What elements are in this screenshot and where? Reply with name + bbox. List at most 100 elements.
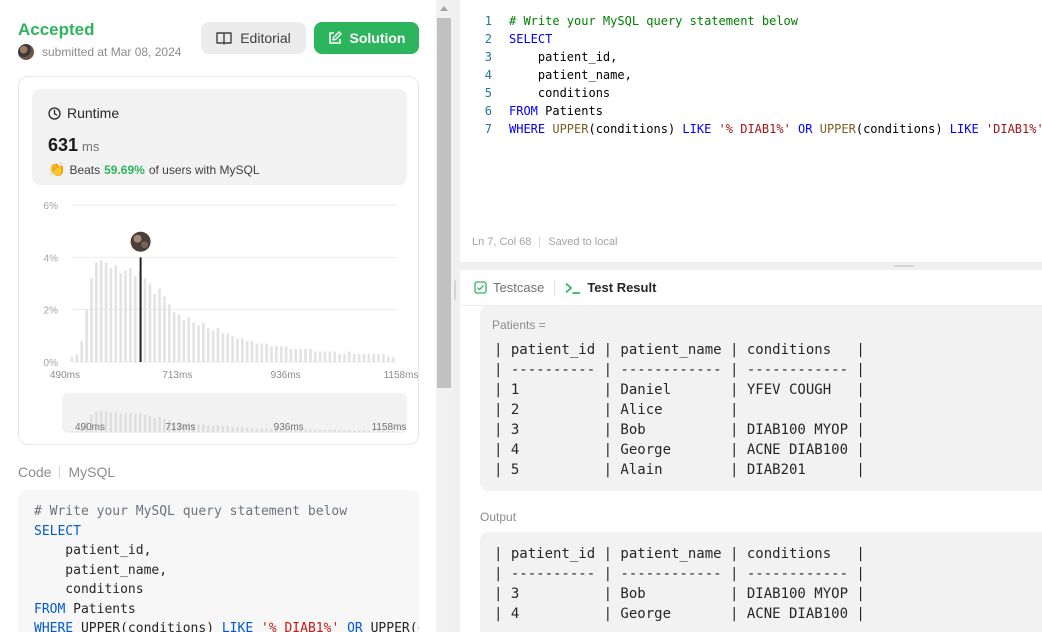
output-table: | patient_id | patient_name | conditions…: [494, 546, 865, 622]
tab-testcase[interactable]: Testcase: [474, 280, 544, 295]
bar: [129, 267, 132, 362]
horizontal-splitter[interactable]: [460, 262, 1042, 270]
mini-bar: [197, 424, 200, 432]
bar: [270, 346, 273, 362]
output-label: Output: [480, 510, 517, 524]
bar: [357, 354, 361, 362]
mini-bar: [255, 428, 259, 432]
runtime-box[interactable]: Runtime 631 ms 👏 Beats 59.69% of users wi…: [32, 89, 407, 185]
bar: [99, 259, 103, 362]
mini-bar: [216, 425, 220, 432]
cursor-position: Ln 7, Col 68: [472, 236, 532, 248]
bar: [143, 278, 147, 362]
result-tabs: Testcase Test Result: [460, 270, 1042, 306]
splitter-grip[interactable]: [454, 280, 456, 300]
scrollbar-thumb[interactable]: [437, 18, 451, 388]
mini-bar: [153, 418, 156, 432]
mini-bar: [323, 429, 327, 432]
bar: [172, 312, 176, 362]
mini-bar: [328, 429, 332, 432]
x-tick-label: 936ms: [271, 370, 301, 381]
bar: [250, 341, 254, 362]
divider: [539, 236, 541, 248]
mini-bar: [207, 425, 210, 432]
solution-label: Solution: [349, 30, 406, 46]
mini-x-tick-label: 713ms: [165, 422, 195, 433]
book-open-icon: [216, 32, 232, 45]
bar: [240, 338, 244, 362]
bar: [304, 348, 307, 362]
bar: [206, 327, 210, 362]
bar: [338, 354, 341, 362]
y-tick-label: 4%: [44, 253, 59, 264]
solution-button[interactable]: Solution: [314, 22, 419, 54]
editorial-label: Editorial: [240, 30, 291, 46]
runtime-number: 631: [48, 135, 79, 155]
mini-bar: [304, 429, 307, 432]
left-scrollbar[interactable]: [436, 0, 452, 632]
bar: [372, 354, 375, 362]
bar: [318, 351, 322, 362]
bar: [333, 351, 337, 362]
bar: [80, 341, 84, 362]
bar: [347, 351, 351, 362]
x-tick-label: 490ms: [50, 370, 80, 381]
bar: [294, 348, 298, 362]
mini-x-tick-label: 490ms: [75, 422, 105, 433]
avatar-face: [133, 234, 142, 243]
bar: [167, 304, 171, 362]
mini-x-tick-label: 936ms: [274, 422, 304, 433]
runtime-unit: ms: [82, 139, 100, 154]
beats-line: 👏 Beats 59.69% of users with MySQL: [48, 161, 260, 178]
bar: [313, 351, 317, 362]
mini-bar: [226, 426, 229, 432]
bar: [226, 333, 230, 362]
mini-bar: [109, 412, 113, 432]
bar: [90, 278, 93, 362]
runtime-distribution-chart[interactable]: 6%4%2%0%490ms 713ms 936ms 1158ms490ms 713ms 9…: [19, 192, 420, 442]
bar: [153, 293, 157, 362]
tab-test-result[interactable]: Test Result: [565, 280, 656, 295]
avatar[interactable]: [18, 44, 34, 60]
bar: [386, 356, 390, 362]
mini-bar: [119, 413, 122, 432]
code-header: Code MySQL: [18, 464, 115, 480]
bar: [114, 265, 118, 362]
bar: [382, 354, 385, 362]
bar: [197, 325, 200, 362]
vertical-splitter[interactable]: [452, 0, 460, 632]
mini-bar: [129, 412, 132, 432]
bar: [70, 356, 74, 362]
bar: [211, 330, 215, 362]
mini-bar: [143, 414, 147, 432]
submission-panel: Accepted submitted at Mar 08, 2024 Edito…: [0, 0, 436, 632]
mini-bar: [362, 430, 366, 432]
bar: [265, 343, 268, 362]
avatar[interactable]: [128, 229, 153, 254]
bar: [255, 343, 259, 362]
bar: [109, 267, 113, 362]
code-preview-text: # Write your MySQL query statement below…: [34, 504, 419, 632]
line-numbers: 1 2 3 4 5 6 7: [484, 14, 492, 136]
splitter-grip[interactable]: [894, 265, 914, 267]
bar: [182, 320, 186, 362]
submitted-at: submitted at Mar 08, 2024: [42, 45, 182, 59]
editorial-button[interactable]: Editorial: [201, 22, 306, 54]
mini-bar: [270, 428, 273, 432]
bar: [260, 343, 264, 362]
y-tick-label: 6%: [44, 201, 59, 212]
bar: [187, 317, 191, 362]
bar: [343, 354, 346, 362]
mini-bar: [104, 411, 108, 432]
avatar-face: [141, 241, 149, 249]
editor-code[interactable]: # Write your MySQL query statement below…: [509, 12, 1042, 138]
mini-bar: [148, 415, 152, 432]
performance-card: Runtime 631 ms 👏 Beats 59.69% of users wi…: [18, 76, 419, 445]
tab-test-result-label: Test Result: [587, 280, 657, 295]
bar: [352, 354, 356, 362]
code-editor[interactable]: 1 2 3 4 5 6 7 # Write your MySQL query s…: [460, 0, 1042, 262]
bar: [323, 351, 327, 362]
bar: [362, 354, 366, 362]
bar: [177, 314, 181, 362]
scroll-up-icon[interactable]: [440, 6, 448, 11]
